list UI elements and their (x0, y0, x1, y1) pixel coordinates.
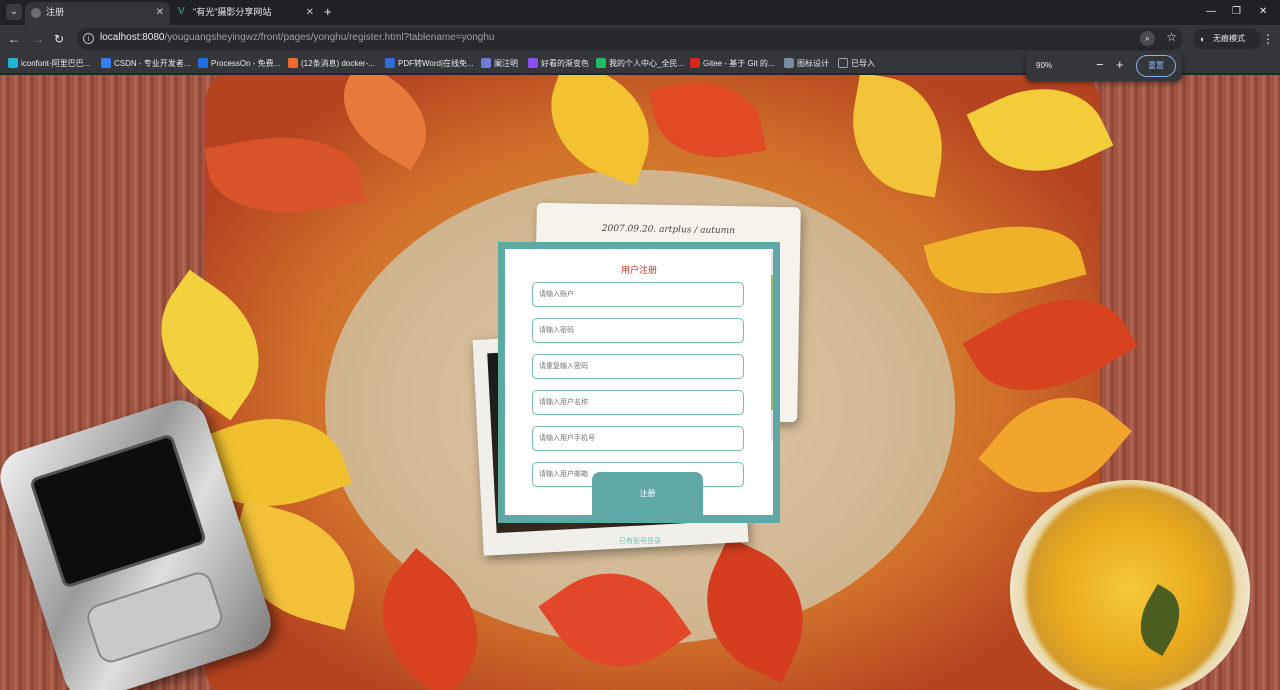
bookmark-icon (690, 58, 700, 68)
bookmark-item[interactable]: ProcessOn - 免费... (198, 56, 280, 71)
bookmark-item[interactable]: PDF转Word|在线免... (385, 56, 474, 71)
zoom-popup: 90% − + 重置 (1026, 51, 1182, 81)
tea-cup-decoration (1010, 480, 1250, 690)
username-input[interactable] (532, 390, 744, 415)
bookmark-icon (528, 58, 538, 68)
new-tab-button[interactable]: + (324, 4, 332, 20)
tab-title: 注册 (46, 7, 65, 17)
tab-register[interactable]: 注册 ✕ (25, 2, 170, 25)
vue-icon: V (178, 6, 185, 17)
back-arrow-icon[interactable]: ← (8, 31, 20, 47)
scrollbar-thumb[interactable] (771, 275, 773, 410)
zoom-in-button[interactable]: + (1116, 57, 1124, 72)
close-icon[interactable]: ✕ (156, 2, 164, 23)
form-scrollbar[interactable] (771, 251, 773, 441)
url-text[interactable]: localhost:8080/youguangsheyingwz/front/p… (100, 32, 494, 43)
tab-title: "有光"摄影分享网站 (193, 7, 272, 17)
login-link[interactable]: 已有账号登录 (619, 536, 661, 546)
bookmark-icon (101, 58, 111, 68)
tea-leaf-decoration (1127, 584, 1193, 656)
bookmark-icon (385, 58, 395, 68)
bookmark-item[interactable]: 我的个人中心_全民... (596, 56, 684, 71)
bookmark-folder[interactable]: 已导入 (838, 56, 875, 71)
bookmark-icon (596, 58, 606, 68)
site-info-icon[interactable]: i (83, 33, 94, 44)
bookmark-icon (784, 58, 794, 68)
star-icon[interactable]: ☆ (1166, 30, 1177, 44)
register-title: 用户注册 (620, 265, 657, 275)
register-button[interactable]: 注册 (592, 472, 703, 515)
register-form-body: 用户注册 注册 (505, 249, 773, 515)
bookmark-item[interactable]: 阑汪明 (481, 56, 518, 71)
minimize-button[interactable]: — (1206, 4, 1216, 20)
bookmark-item[interactable]: (12条消息) docker-... (288, 56, 375, 71)
close-icon[interactable]: ✕ (306, 2, 314, 23)
bookmark-item[interactable]: 好看的渐变色 (528, 56, 589, 71)
restore-button[interactable]: ❐ (1232, 4, 1241, 20)
incognito-icon: ◐ (1200, 34, 1206, 44)
bookmark-icon (481, 58, 491, 68)
bookmark-item[interactable]: iconfont-阿里巴巴... (8, 56, 90, 71)
bookmark-item[interactable]: CSDN - 专业开发者... (101, 56, 190, 71)
bookmark-icon (288, 58, 298, 68)
reload-icon[interactable]: ↻ (54, 31, 64, 47)
close-window-button[interactable]: ✕ (1259, 4, 1267, 20)
bookmark-icon (198, 58, 208, 68)
phone-input[interactable] (532, 426, 744, 451)
photo-caption: 2007.09.20. artplus / autumn (601, 223, 736, 237)
phone-screen (28, 433, 208, 589)
tab-search-button[interactable]: ⌄ (6, 4, 22, 20)
zoom-icon[interactable]: ⌕ (1140, 31, 1155, 46)
globe-icon (31, 8, 41, 18)
page-viewport: 2007.09.20. artplus / autumn 用户注册 注册 已有账… (0, 75, 1280, 690)
zoom-out-button[interactable]: − (1096, 57, 1104, 72)
tab-strip: ⌄ 注册 ✕ V "有光"摄影分享网站 ✕ + — ❐ ✕ (0, 0, 1280, 25)
zoom-level: 90% (1036, 61, 1053, 70)
password-input[interactable] (532, 318, 744, 343)
bookmark-item[interactable]: Gitee - 基于 Git 的... (690, 56, 775, 71)
incognito-indicator[interactable]: ◐ 无痕模式 (1193, 29, 1261, 49)
bookmark-icon (8, 58, 18, 68)
browser-toolbar: ← → ↻ i localhost:8080/youguangsheyingwz… (0, 25, 1280, 53)
account-input[interactable] (532, 282, 744, 307)
bookmark-item[interactable]: 图标设计 (784, 56, 829, 71)
zoom-reset-button[interactable]: 重置 (1136, 55, 1176, 77)
repeat-password-input[interactable] (532, 354, 744, 379)
register-form: 用户注册 注册 (498, 242, 780, 523)
forward-arrow-icon[interactable]: → (32, 31, 44, 47)
phone-keypad (83, 568, 226, 666)
address-bar[interactable]: i localhost:8080/youguangsheyingwz/front… (77, 28, 1183, 50)
folder-icon (838, 58, 848, 68)
menu-icon[interactable]: ⋮ (1262, 31, 1274, 47)
tab-photo-site[interactable]: V "有光"摄影分享网站 ✕ (172, 2, 320, 25)
